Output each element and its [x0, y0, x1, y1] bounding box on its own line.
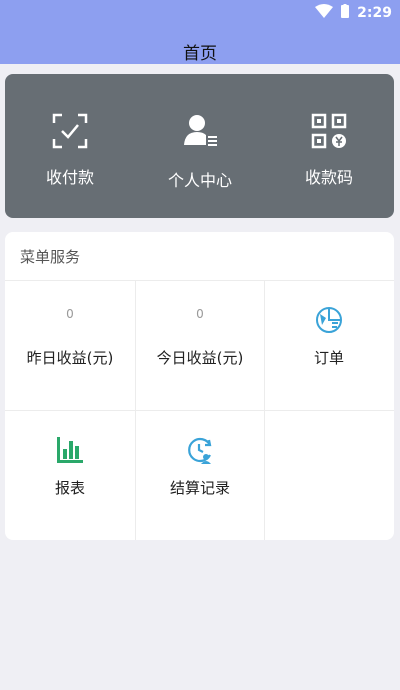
- user-center-button[interactable]: 个人中心: [135, 74, 265, 218]
- reports-label: 报表: [54, 479, 85, 497]
- quick-action-panel: 收付款 个人中心 收款码: [5, 74, 394, 218]
- orders-cell[interactable]: 订单: [264, 281, 394, 411]
- settlement-clock-icon: [185, 435, 215, 465]
- today-earnings-label: 今日收益(元): [156, 349, 244, 367]
- menu-services-title: 菜单服务: [20, 248, 81, 266]
- user-center-label: 个人中心: [167, 171, 232, 190]
- today-earnings-cell[interactable]: 0 今日收益(元): [135, 281, 265, 411]
- pay-receive-button[interactable]: 收付款: [5, 74, 135, 218]
- order-icon: [314, 305, 344, 335]
- battery-icon: [341, 4, 350, 22]
- settlement-records-cell[interactable]: 结算记录: [135, 411, 265, 541]
- today-earnings-value: 0: [196, 307, 204, 321]
- orders-label: 订单: [313, 349, 344, 367]
- wifi-icon: [315, 4, 334, 22]
- qrcode-icon: [310, 112, 348, 150]
- yesterday-earnings-value: 0: [66, 307, 74, 321]
- yesterday-earnings-cell[interactable]: 0 昨日收益(元): [5, 281, 135, 411]
- menu-services-card: 菜单服务 0 昨日收益(元) 0 今日收益(元) 订单 报表 结算记录: [5, 232, 394, 540]
- qrcode-label: 收款码: [304, 168, 353, 187]
- yesterday-earnings-label: 昨日收益(元): [26, 349, 114, 367]
- scan-icon: [51, 112, 89, 150]
- bar-chart-icon: [55, 435, 85, 465]
- app-bar: 首页: [0, 26, 400, 64]
- qrcode-button[interactable]: 收款码: [264, 74, 394, 218]
- status-bar: 2:29: [0, 0, 400, 26]
- settlement-records-label: 结算记录: [169, 479, 230, 497]
- user-center-icon: [181, 112, 219, 150]
- reports-cell[interactable]: 报表: [5, 411, 135, 541]
- pay-receive-label: 收付款: [45, 168, 94, 187]
- status-time: 2:29: [357, 5, 392, 21]
- page-title: 首页: [183, 44, 217, 64]
